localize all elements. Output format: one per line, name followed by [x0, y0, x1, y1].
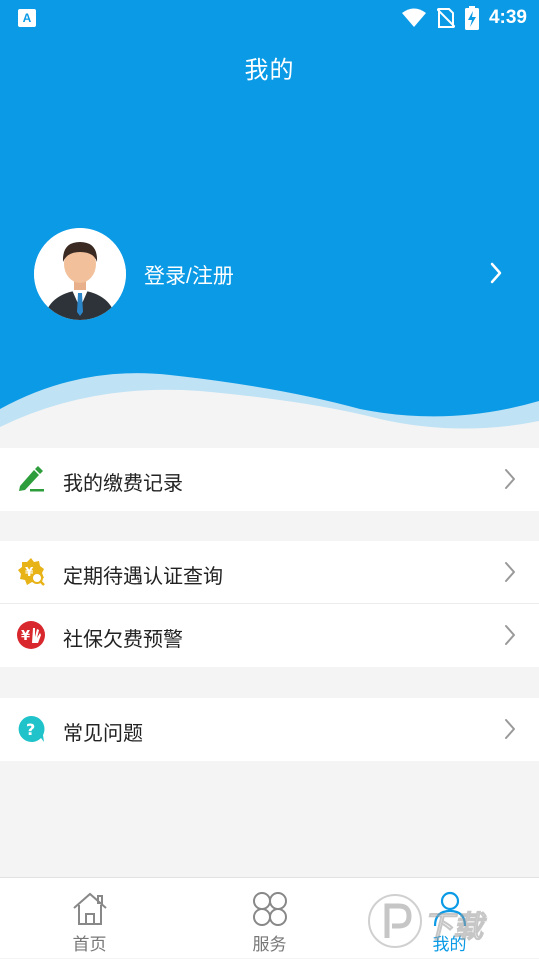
- chevron-right-icon: [490, 262, 502, 284]
- menu-label: 社保欠费预警: [63, 629, 183, 651]
- page-title: 我的: [244, 57, 295, 84]
- chevron-right-icon: [505, 469, 515, 489]
- menu-label: 常见问题: [63, 723, 143, 745]
- chevron-right-icon: [505, 719, 515, 739]
- no-sim-icon: [436, 8, 455, 28]
- menu-item-payment-records[interactable]: 我的缴费记录: [0, 448, 539, 511]
- menu-item-benefit-certification[interactable]: ¥ 定期待遇认证查询: [0, 541, 539, 604]
- avatar[interactable]: [34, 228, 126, 320]
- header-wave-decoration: [0, 373, 539, 445]
- svg-text:?: ?: [26, 720, 35, 739]
- chevron-right-icon: [505, 625, 515, 645]
- menu-item-faq[interactable]: ? 常见问题: [0, 698, 539, 761]
- edit-pen-icon: [19, 466, 44, 492]
- status-bar: A 4:39: [0, 0, 539, 36]
- watermark-text: 下载: [423, 911, 484, 945]
- menu-label: 我的缴费记录: [63, 473, 183, 495]
- tab-home[interactable]: 首页: [0, 878, 179, 958]
- profile-header: A 4:39 我的 登录/注册: [0, 0, 539, 445]
- login-register-label[interactable]: 登录/注册: [144, 260, 234, 290]
- yuan-search-badge-icon: ¥: [18, 558, 45, 586]
- battery-charging-icon: [464, 6, 479, 30]
- menu-group-payments: 我的缴费记录: [0, 448, 539, 511]
- tab-services[interactable]: 服务: [180, 878, 359, 958]
- watermark-logo: 下载: [365, 888, 535, 954]
- chevron-right-icon: [505, 562, 515, 582]
- menu-group-help: ? 常见问题: [0, 698, 539, 761]
- tab-label: 服务: [252, 935, 287, 954]
- grid-services-icon: [253, 892, 287, 926]
- yuan-hand-warning-icon: ¥: [17, 621, 45, 649]
- menu-item-arrears-warning[interactable]: ¥ 社保欠费预警: [0, 604, 539, 667]
- status-indicators: 4:39: [401, 5, 527, 31]
- question-bubble-icon: ?: [18, 715, 45, 742]
- watermark-p-icon: [368, 894, 422, 948]
- app-notification-icon: A: [18, 9, 36, 27]
- menu-group-services: ¥ 定期待遇认证查询 ¥ 社保欠费预警: [0, 541, 539, 667]
- menu-label: 定期待遇认证查询: [63, 566, 223, 588]
- wifi-icon: [401, 8, 426, 27]
- home-icon: [73, 892, 107, 925]
- svg-text:¥: ¥: [21, 629, 30, 644]
- clock: 4:39: [488, 7, 527, 28]
- tab-label: 首页: [72, 935, 107, 954]
- login-register-row[interactable]: 登录/注册: [0, 226, 539, 322]
